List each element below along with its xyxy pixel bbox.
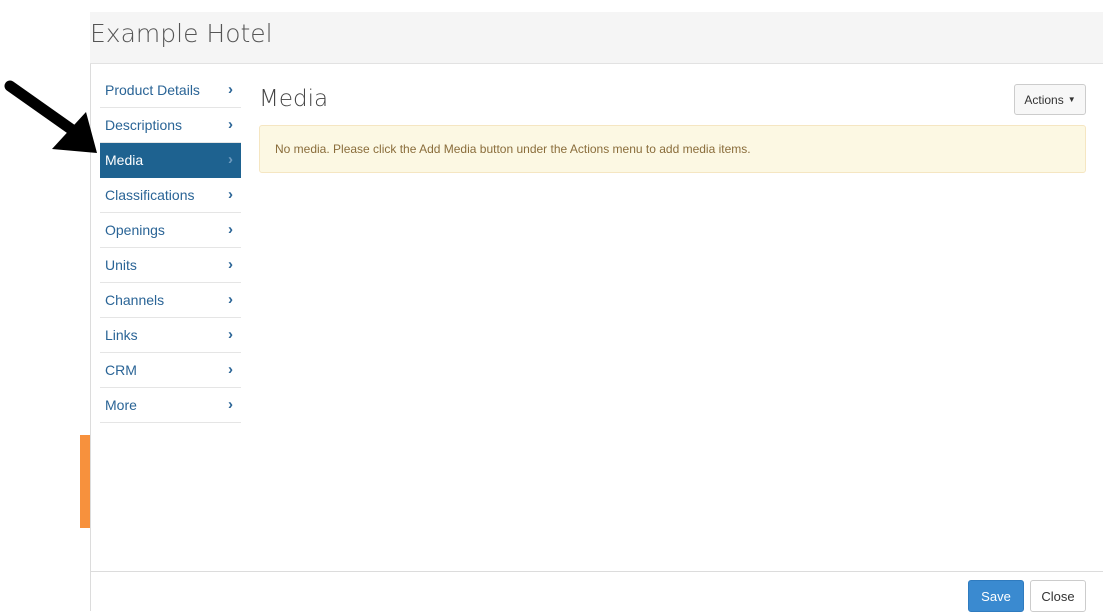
chevron-right-icon: › — [228, 81, 233, 98]
chevron-right-icon: › — [228, 116, 233, 133]
sidebar-item-label: Units — [105, 257, 137, 273]
sidebar-item-classifications[interactable]: Classifications › — [100, 178, 241, 213]
modal-header: Example Hotel — [90, 12, 1103, 64]
arrow-annotation-icon — [4, 80, 97, 153]
chevron-right-icon: › — [228, 151, 233, 168]
sidebar-item-units[interactable]: Units › — [100, 248, 241, 283]
chevron-right-icon: › — [228, 186, 233, 203]
chevron-right-icon: › — [228, 326, 233, 343]
sidebar-item-label: Media — [105, 152, 144, 168]
sidebar-item-media[interactable]: Media › — [100, 143, 241, 178]
chevron-right-icon: › — [228, 396, 233, 413]
modal-body: Product Details › Descriptions › Media ›… — [90, 64, 1103, 572]
chevron-right-icon: › — [228, 256, 233, 273]
sidebar-item-label: Descriptions — [105, 117, 183, 133]
actions-button-label: Actions — [1024, 92, 1064, 107]
modal-footer: Save Close — [90, 571, 1103, 612]
sidebar-item-channels[interactable]: Channels › — [100, 283, 241, 318]
sidebar-item-crm[interactable]: CRM › — [100, 353, 241, 388]
chevron-right-icon: › — [228, 291, 233, 308]
sidebar-nav: Product Details › Descriptions › Media ›… — [100, 73, 241, 423]
sidebar-item-more[interactable]: More › — [100, 388, 241, 423]
actions-dropdown-button[interactable]: Actions ▼ — [1014, 84, 1086, 115]
product-modal: Example Hotel Product Details › Descript… — [90, 12, 1103, 612]
sidebar-item-label: Channels — [105, 292, 165, 308]
sidebar-item-descriptions[interactable]: Descriptions › — [100, 108, 241, 143]
sidebar-item-label: Openings — [105, 222, 165, 238]
close-button[interactable]: Close — [1030, 580, 1086, 612]
chevron-right-icon: › — [228, 221, 233, 238]
sidebar-item-product-details[interactable]: Product Details › — [100, 73, 241, 108]
modal-title: Example Hotel — [90, 19, 273, 48]
sidebar-item-label: CRM — [105, 362, 137, 378]
sidebar-item-label: More — [105, 397, 137, 413]
page-title: Media — [259, 86, 329, 112]
save-button[interactable]: Save — [968, 580, 1024, 612]
caret-down-icon: ▼ — [1067, 95, 1076, 104]
sidebar-item-openings[interactable]: Openings › — [100, 213, 241, 248]
sidebar-item-label: Links — [105, 327, 138, 343]
no-media-alert: No media. Please click the Add Media but… — [259, 125, 1086, 173]
sidebar-item-label: Product Details — [105, 82, 200, 98]
chevron-right-icon: › — [228, 361, 233, 378]
sidebar-item-links[interactable]: Links › — [100, 318, 241, 353]
orange-side-tab — [80, 435, 90, 528]
sidebar-item-label: Classifications — [105, 187, 195, 203]
